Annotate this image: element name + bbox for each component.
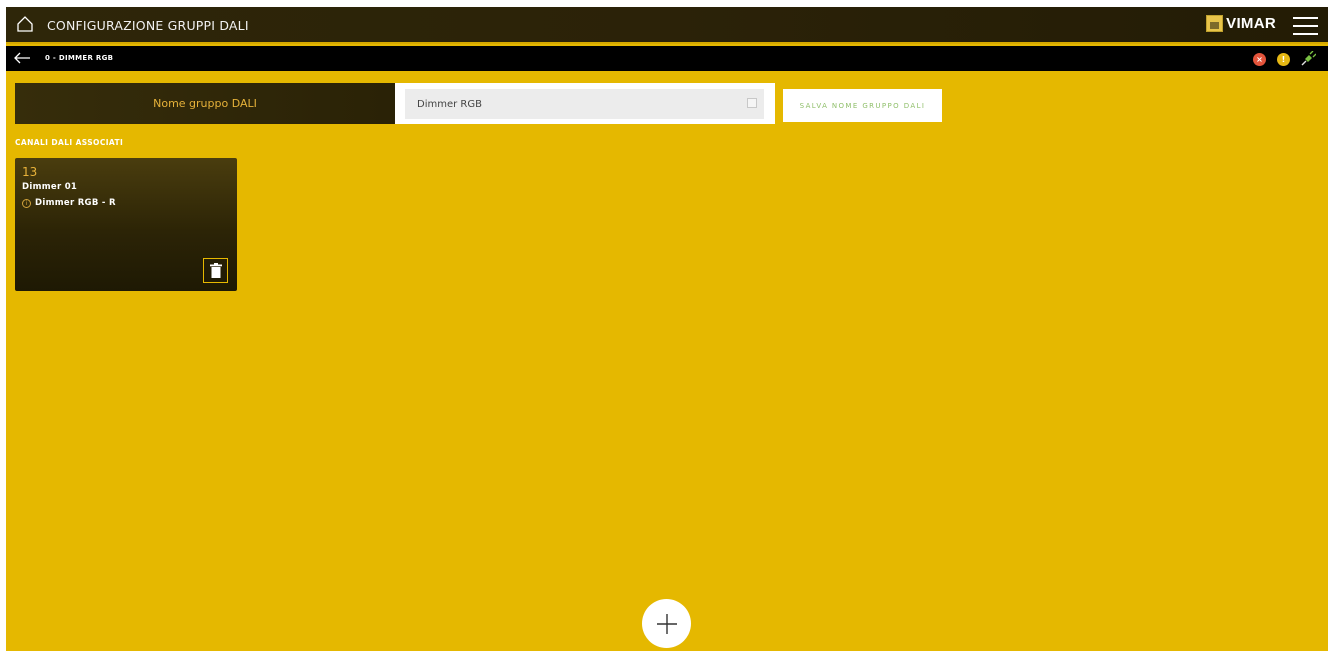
arrow-left-icon[interactable] — [12, 50, 32, 66]
home-icon[interactable] — [16, 15, 34, 33]
error-icon[interactable]: × — [1253, 52, 1266, 66]
section-title: CANALI DALI ASSOCIATI — [15, 138, 124, 147]
brand-name: VIMAR — [1226, 15, 1276, 32]
status-icons: × ! — [1242, 51, 1316, 67]
delete-button[interactable] — [203, 258, 228, 283]
trash-icon — [209, 263, 222, 278]
group-name-label-box: Nome gruppo DALI — [15, 83, 395, 124]
checkbox-icon[interactable] — [747, 98, 757, 108]
app-window: CONFIGURAZIONE GRUPPI DALI VIMAR 0 - DIM… — [6, 7, 1328, 651]
warning-icon[interactable]: ! — [1277, 52, 1290, 66]
channel-name: Dimmer 01 — [22, 182, 78, 192]
info-icon[interactable]: i — [22, 198, 31, 208]
add-channel-button[interactable] — [642, 599, 691, 648]
group-name-label: Nome gruppo DALI — [153, 97, 257, 110]
brand-logo: VIMAR — [1206, 15, 1276, 32]
breadcrumb: 0 - DIMMER RGB — [45, 54, 114, 62]
group-name-field-container — [395, 83, 775, 124]
sub-header: 0 - DIMMER RGB × ! — [6, 46, 1328, 71]
top-header: CONFIGURAZIONE GRUPPI DALI VIMAR — [6, 7, 1328, 44]
save-group-name-button[interactable]: SALVA NOME GRUPPO DALI — [783, 89, 942, 122]
channel-number: 13 — [22, 165, 38, 179]
page-title: CONFIGURAZIONE GRUPPI DALI — [47, 18, 249, 33]
channel-group-name: Dimmer RGB - R — [35, 198, 116, 208]
channel-group-row: i Dimmer RGB - R — [22, 198, 116, 208]
vimar-logo-icon — [1206, 15, 1224, 32]
plus-icon — [656, 613, 677, 634]
plug-icon[interactable] — [1300, 51, 1316, 67]
group-name-input[interactable] — [405, 89, 764, 119]
hamburger-menu-icon[interactable] — [1293, 17, 1318, 35]
channel-card[interactable]: 13 Dimmer 01 i Dimmer RGB - R — [15, 158, 237, 291]
